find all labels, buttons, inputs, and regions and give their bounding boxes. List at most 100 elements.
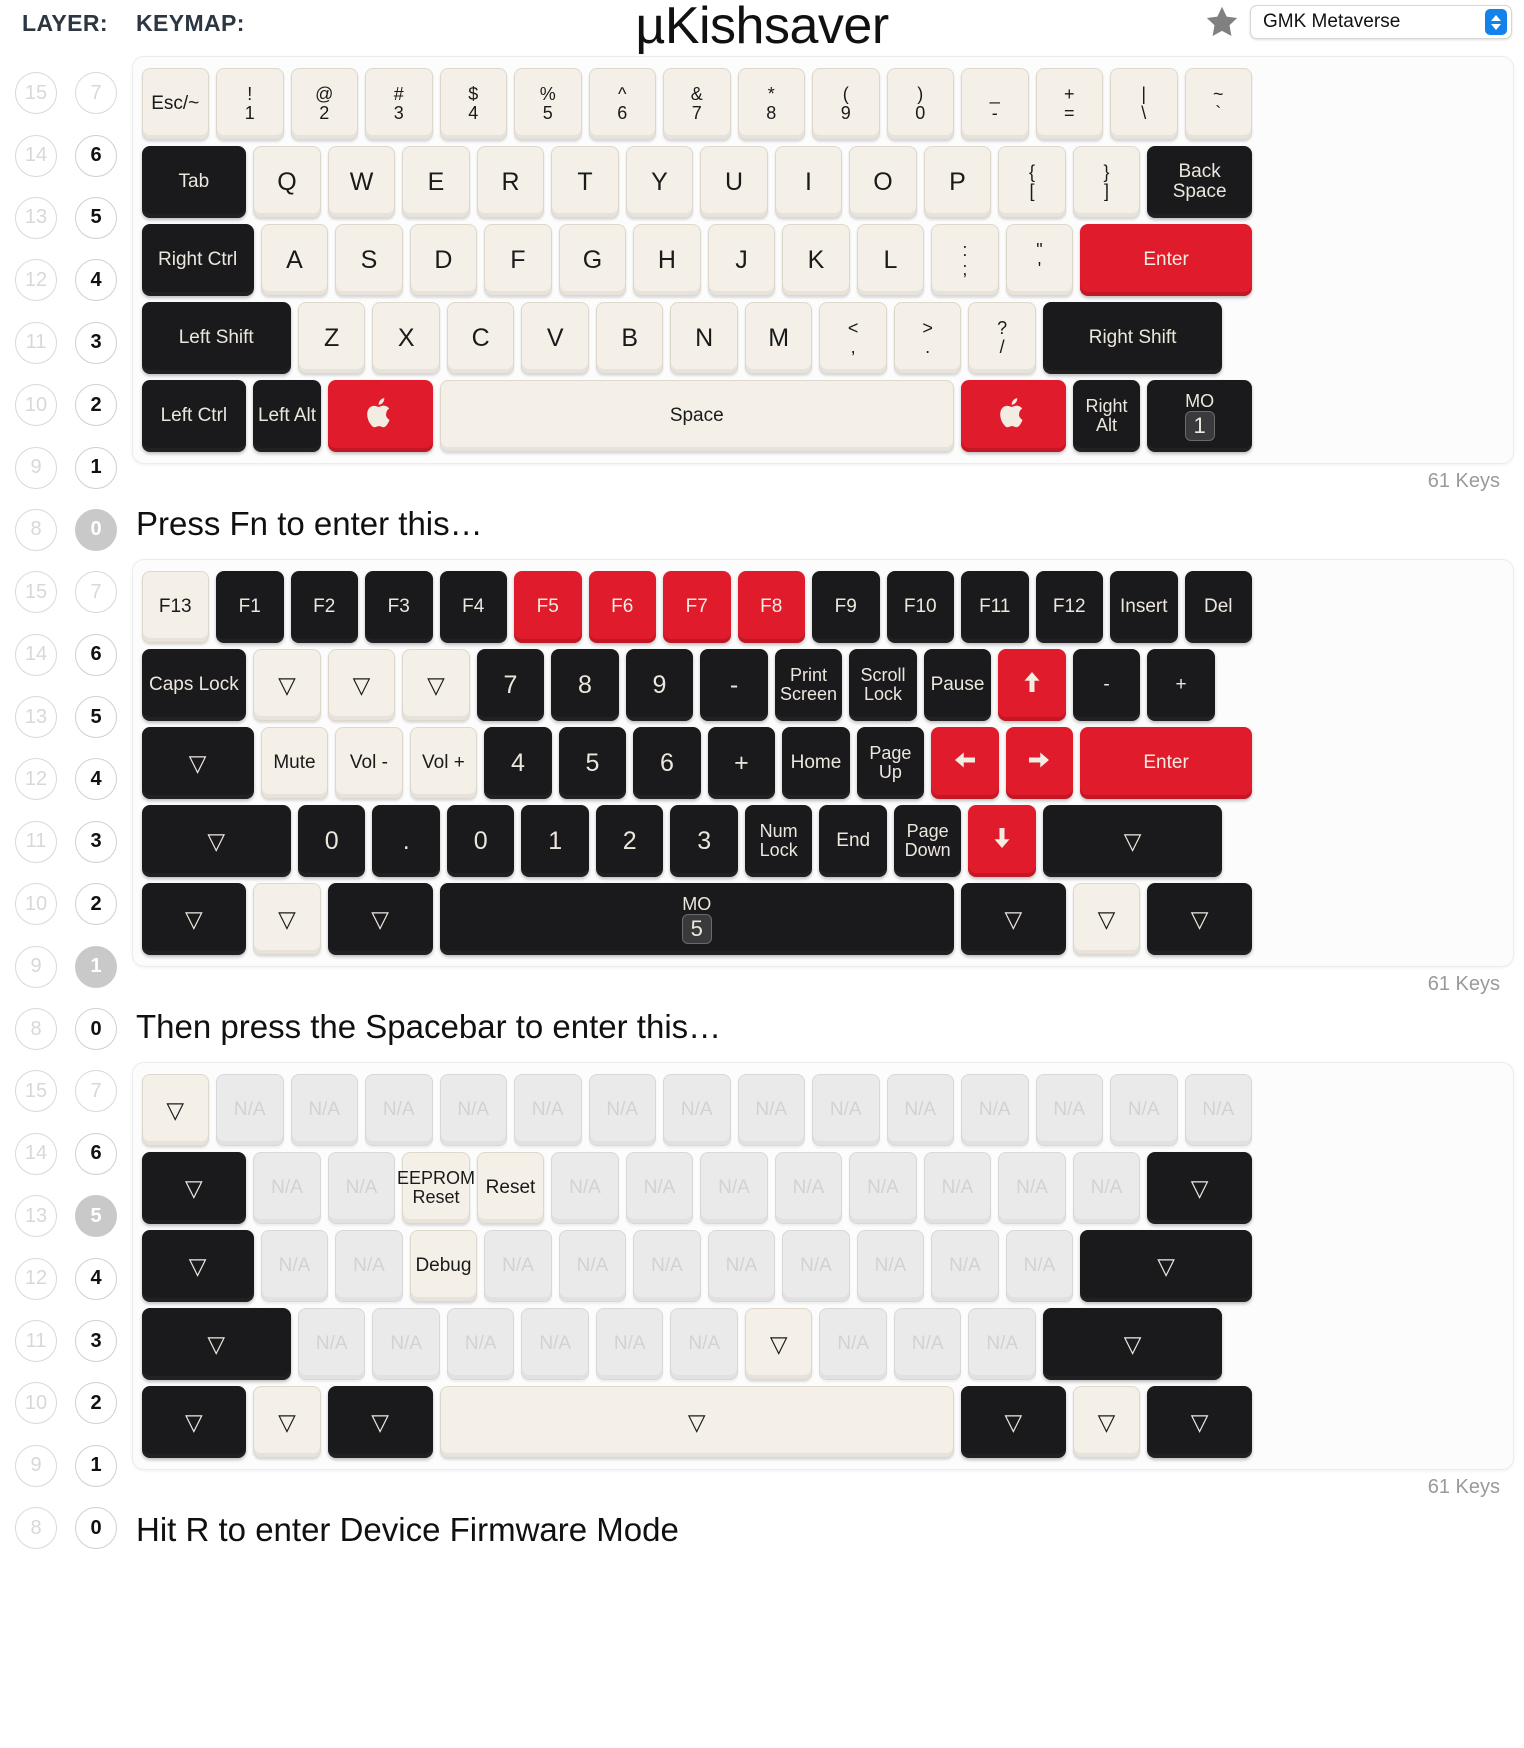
transparent-key-icon[interactable]: ▽ [1072,883,1141,955]
layer-bubble-6[interactable]: 6 [75,1132,117,1175]
transparent-key-icon[interactable]: ▽ [961,883,1066,955]
key-2[interactable]: 2 [595,805,664,877]
key[interactable]: _ - [961,68,1029,140]
key[interactable]: {[ [998,146,1066,218]
key[interactable]: " ' [1005,224,1074,296]
layer-bubble-14[interactable]: 14 [15,633,57,676]
layer-bubble-5[interactable]: 5 [75,196,117,239]
transparent-key-icon[interactable]: ▽ [1042,805,1223,877]
key-f11[interactable]: F11 [961,571,1029,643]
layer-bubble-10[interactable]: 10 [15,384,57,427]
key-n-a[interactable]: N/A [1005,1230,1074,1302]
arrow-down-icon[interactable] [968,805,1036,877]
key-3[interactable]: 3 [670,805,738,877]
key-n-a[interactable]: N/A [290,1074,358,1146]
key[interactable]: % 5 [514,68,582,140]
key-n-a[interactable]: N/A [1184,1074,1252,1146]
key-back-space[interactable]: Back Space [1147,146,1252,218]
key-n-a[interactable]: N/A [1110,1074,1178,1146]
layer-bubble-2[interactable]: 2 [75,1382,117,1425]
key-n-a[interactable]: N/A [365,1074,433,1146]
key[interactable]: ^ 6 [588,68,656,140]
layer-bubble-2[interactable]: 2 [75,883,117,926]
transparent-key-icon[interactable]: ▽ [141,1230,254,1302]
key-b[interactable]: B [595,302,664,374]
layer-bubble-11[interactable]: 11 [15,1320,57,1362]
key[interactable]: ~ ` [1184,68,1252,140]
key-debug[interactable]: Debug [409,1230,478,1302]
key-c[interactable]: C [446,302,515,374]
key-end[interactable]: End [819,805,887,877]
key-tab[interactable]: Tab [141,146,247,218]
key-left-alt[interactable]: Left Alt [253,380,321,452]
key-n-a[interactable]: N/A [558,1230,627,1302]
key-n-a[interactable]: N/A [774,1152,843,1224]
arrow-left-icon[interactable] [931,727,999,799]
layer-bubble-3[interactable]: 3 [75,1320,117,1362]
arrow-up-icon[interactable] [998,649,1066,721]
key-n-a[interactable]: N/A [961,1074,1029,1146]
key-vol[interactable]: Vol - [335,727,403,799]
key-n-a[interactable]: N/A [998,1152,1066,1224]
key-n-a[interactable]: N/A [931,1230,999,1302]
key-n-a[interactable]: N/A [968,1308,1036,1380]
layer-bubble-15[interactable]: 15 [15,571,57,614]
key-n-a[interactable]: N/A [633,1230,701,1302]
key-n-a[interactable]: N/A [260,1230,329,1302]
key-f3[interactable]: F3 [365,571,433,643]
transparent-key-icon[interactable]: ▽ [141,883,247,955]
key-n-a[interactable]: N/A [812,1074,880,1146]
key-1[interactable]: 1 [521,805,589,877]
key-caps-lock[interactable]: Caps Lock [141,649,247,721]
key-n-a[interactable]: N/A [484,1230,552,1302]
layer-bubble-0[interactable]: 0 [75,1008,117,1051]
key-pause[interactable]: Pause [923,649,992,721]
key[interactable]: + [1147,649,1215,721]
key-n-a[interactable]: N/A [372,1308,440,1380]
key-mo-5[interactable]: MO 5 [439,883,954,955]
key[interactable]: (9 [812,68,880,140]
transparent-key-icon[interactable]: ▽ [141,1386,247,1458]
key-n-a[interactable]: N/A [1072,1152,1141,1224]
key-del[interactable]: Del [1184,571,1252,643]
transparent-key-icon[interactable]: ▽ [1147,883,1252,955]
key-n-a[interactable]: N/A [923,1152,992,1224]
key-vol[interactable]: Vol + [409,727,478,799]
transparent-key-icon[interactable]: ▽ [253,883,321,955]
key-insert[interactable]: Insert [1110,571,1178,643]
key-f2[interactable]: F2 [290,571,358,643]
key-j[interactable]: J [707,224,776,296]
key-5[interactable]: 5 [558,727,627,799]
layer-bubble-6[interactable]: 6 [75,134,117,177]
transparent-key-icon[interactable]: ▽ [141,805,291,877]
layer-bubble-7[interactable]: 7 [75,1070,117,1113]
key-4[interactable]: 4 [484,727,552,799]
key-f7[interactable]: F7 [663,571,731,643]
key[interactable]: & 7 [663,68,731,140]
key[interactable]: <, [819,302,887,374]
layer-bubble-4[interactable]: 4 [75,758,117,801]
key-0[interactable]: 0 [446,805,515,877]
key-page[interactable]: Page Up [856,727,925,799]
key-n-a[interactable]: N/A [707,1230,776,1302]
layer-bubble-13[interactable]: 13 [15,1195,57,1238]
key-t[interactable]: T [551,146,619,218]
key-v[interactable]: V [521,302,589,374]
key-r[interactable]: R [476,146,545,218]
key-n-a[interactable]: N/A [663,1074,731,1146]
key-w[interactable]: W [327,146,396,218]
layer-bubble-8[interactable]: 8 [15,508,57,551]
layer-bubble-3[interactable]: 3 [75,820,117,863]
key[interactable]: . [372,805,440,877]
layer-bubble-9[interactable]: 9 [15,945,57,988]
key-f9[interactable]: F9 [812,571,880,643]
layer-bubble-4[interactable]: 4 [75,259,117,302]
key-z[interactable]: Z [297,302,366,374]
transparent-key-icon[interactable]: ▽ [1147,1386,1252,1458]
key[interactable]: $4 [439,68,507,140]
transparent-key-icon[interactable]: ▽ [141,727,254,799]
key-n-a[interactable]: N/A [514,1074,582,1146]
key-u[interactable]: U [700,146,768,218]
key-eeprom[interactable]: EEPROM Reset [397,1152,475,1224]
key-f8[interactable]: F8 [737,571,805,643]
